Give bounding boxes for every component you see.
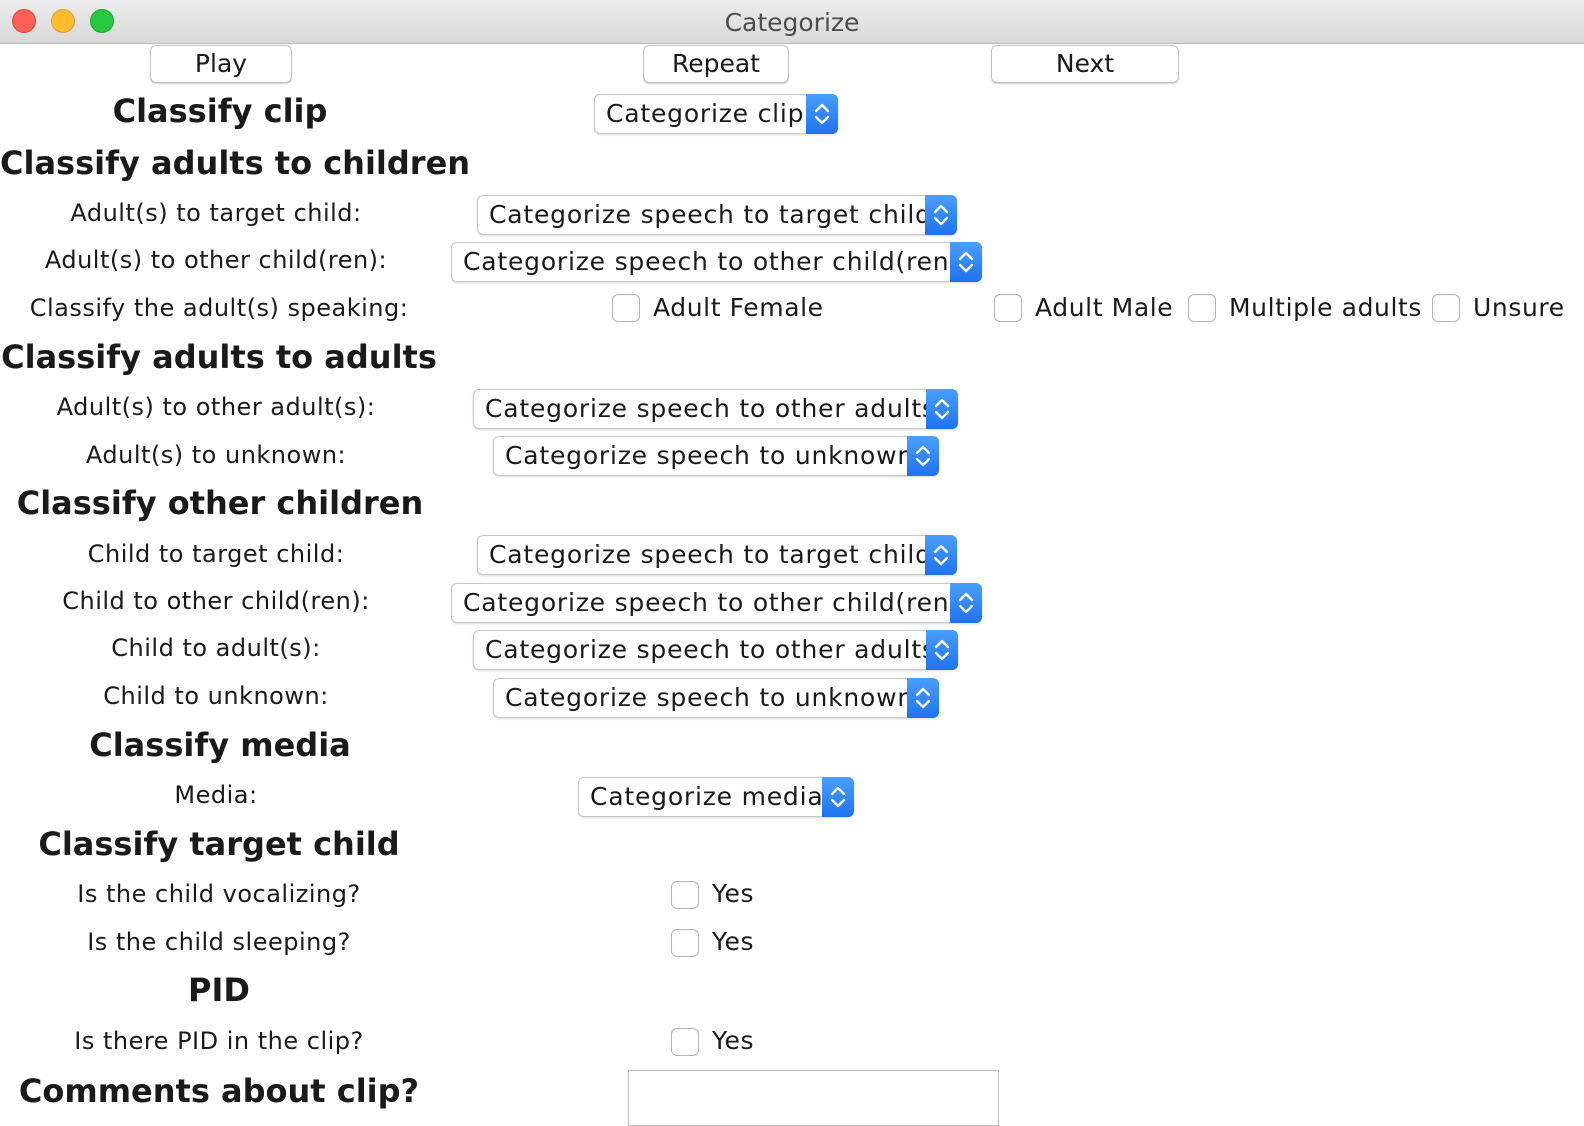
child-to-target-child-select[interactable]: Categorize speech to target child <box>477 535 957 575</box>
adult-male-checkbox[interactable] <box>994 294 1022 322</box>
multiple-adults-checkbox[interactable] <box>1188 294 1216 322</box>
child-to-target-child-label: Child to target child: <box>87 540 345 568</box>
select-value: Categorize speech to target child <box>489 540 932 569</box>
adult-to-target-child-select[interactable]: Categorize speech to target child <box>477 195 957 235</box>
child-to-unknown-select[interactable]: Categorize speech to unknown <box>493 678 939 718</box>
adults-to-children-heading: Classify adults to children <box>0 144 471 182</box>
adult-to-other-adults-label: Adult(s) to other adult(s): <box>56 393 376 421</box>
sleeping-label: Is the child sleeping? <box>87 928 351 956</box>
adult-to-other-children-select[interactable]: Categorize speech to other child(ren) <box>451 242 982 282</box>
select-value: Categorize speech to other adults <box>485 635 936 664</box>
chevron-updown-icon <box>907 678 939 718</box>
sleeping-yes-checkbox[interactable] <box>671 929 699 957</box>
window-title: Categorize <box>724 8 860 37</box>
classify-clip-heading: Classify clip <box>112 92 328 130</box>
other-children-heading: Classify other children <box>16 484 424 522</box>
target-child-heading: Classify target child <box>38 825 400 863</box>
select-value: Categorize speech to other adults <box>485 394 936 423</box>
chevron-updown-icon <box>926 630 958 670</box>
vocalizing-yes-checkbox[interactable] <box>671 881 699 909</box>
chevron-updown-icon <box>950 242 982 282</box>
vocalizing-label: Is the child vocalizing? <box>77 880 361 908</box>
pid-yes-label: Yes <box>712 1026 755 1055</box>
adult-to-target-child-label: Adult(s) to target child: <box>70 199 362 227</box>
adult-female-checkbox[interactable] <box>612 294 640 322</box>
adult-to-other-children-label: Adult(s) to other child(ren): <box>44 246 388 274</box>
chevron-updown-icon <box>950 583 982 623</box>
child-to-other-children-label: Child to other child(ren): <box>62 587 370 615</box>
adult-male-label: Adult Male <box>1035 293 1174 322</box>
chevron-updown-icon <box>806 94 838 134</box>
chevron-updown-icon <box>925 535 957 575</box>
unsure-label: Unsure <box>1473 293 1565 322</box>
repeat-button[interactable]: Repeat <box>643 45 789 83</box>
child-to-adults-label: Child to adult(s): <box>111 634 321 662</box>
child-to-unknown-label: Child to unknown: <box>103 682 329 710</box>
select-value: Categorize speech to unknown <box>505 683 915 712</box>
select-value: Categorize speech to unknown <box>505 441 915 470</box>
select-value: Categorize media <box>590 782 824 811</box>
chevron-updown-icon <box>822 777 854 817</box>
sleeping-yes-label: Yes <box>712 927 755 956</box>
adults-to-adults-heading: Classify adults to adults <box>1 338 437 376</box>
select-value: Categorize speech to target child <box>489 200 932 229</box>
chevron-updown-icon <box>926 389 958 429</box>
clip-category-select[interactable]: Categorize clip <box>594 94 838 134</box>
media-heading: Classify media <box>89 726 351 764</box>
multiple-adults-label: Multiple adults <box>1229 293 1423 322</box>
child-to-adults-select[interactable]: Categorize speech to other adults <box>473 630 958 670</box>
play-button[interactable]: Play <box>150 45 292 83</box>
pid-yes-checkbox[interactable] <box>671 1028 699 1056</box>
next-button[interactable]: Next <box>991 45 1179 83</box>
pid-heading: PID <box>188 971 250 1009</box>
comments-textarea[interactable] <box>628 1070 999 1126</box>
media-label: Media: <box>174 781 258 809</box>
adult-speaker-label: Classify the adult(s) speaking: <box>29 294 409 322</box>
chevron-updown-icon <box>925 195 957 235</box>
vocalizing-yes-label: Yes <box>712 879 755 908</box>
pid-label: Is there PID in the clip? <box>74 1027 364 1055</box>
adult-to-unknown-select[interactable]: Categorize speech to unknown <box>493 436 939 476</box>
adult-to-other-adults-select[interactable]: Categorize speech to other adults <box>473 389 958 429</box>
select-value: Categorize clip <box>606 99 805 128</box>
child-to-other-children-select[interactable]: Categorize speech to other child(ren) <box>451 583 982 623</box>
select-value: Categorize speech to other child(ren) <box>463 247 960 276</box>
chevron-updown-icon <box>907 436 939 476</box>
comments-heading: Comments about clip? <box>18 1072 420 1110</box>
adult-female-label: Adult Female <box>653 293 824 322</box>
adult-to-unknown-label: Adult(s) to unknown: <box>85 441 347 469</box>
unsure-checkbox[interactable] <box>1432 294 1460 322</box>
media-select[interactable]: Categorize media <box>578 777 854 817</box>
select-value: Categorize speech to other child(ren) <box>463 588 960 617</box>
